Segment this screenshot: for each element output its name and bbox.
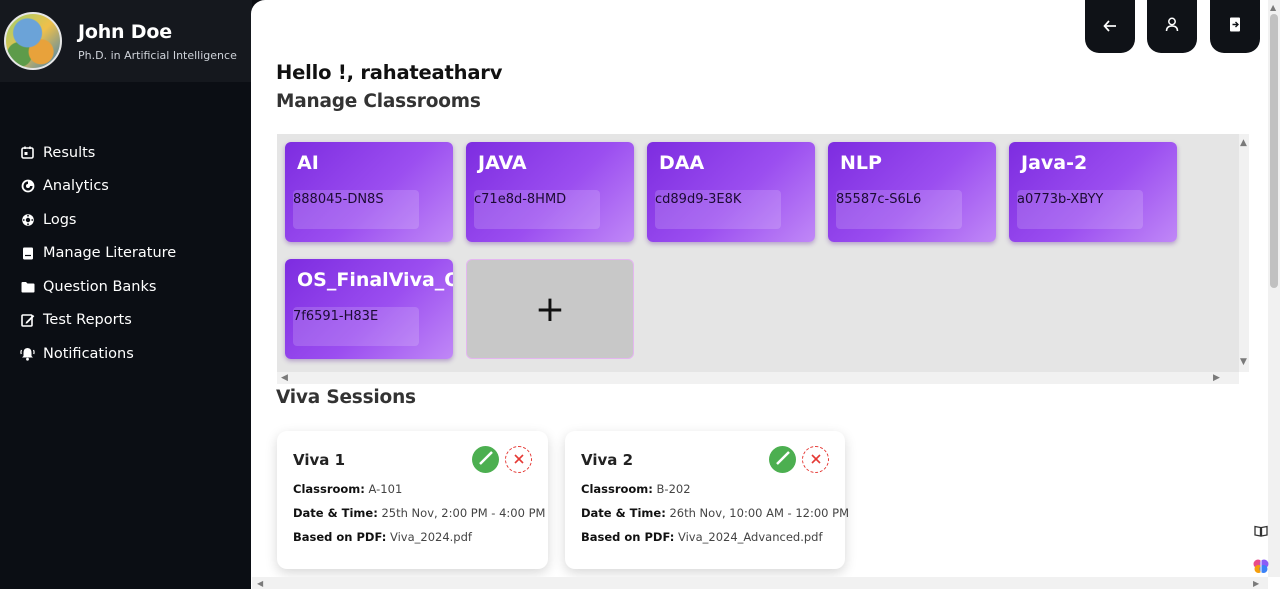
user-icon <box>1165 17 1179 36</box>
profile-info: John Doe Ph.D. in Artificial Intelligenc… <box>78 21 237 62</box>
gear-icon <box>20 212 35 227</box>
sidebar-item-label: Analytics <box>43 178 109 195</box>
classroom-name: AI <box>297 152 319 174</box>
profile-header: John Doe Ph.D. in Artificial Intelligenc… <box>0 0 252 82</box>
scroll-up-icon[interactable]: ▲ <box>1240 139 1247 148</box>
classroom-scrollbar-horizontal[interactable]: ◀ ▶ <box>277 372 1239 384</box>
edit-icon <box>20 313 35 328</box>
viva-datetime: Date & Time: 25th Nov, 2:00 PM - 4:00 PM <box>293 506 546 520</box>
page-scrollbar-vertical[interactable]: ▲ <box>1268 0 1280 577</box>
classroom-code: a0773b-XBYY <box>1017 192 1104 207</box>
classroom-card-os-finalviva[interactable]: OS_FinalViva_O 7f6591-H83E <box>285 259 453 359</box>
classroom-card-nlp[interactable]: NLP 85587c-S6L6 <box>828 142 996 242</box>
classroom-name: Java-2 <box>1021 152 1088 174</box>
close-icon <box>513 450 525 469</box>
classroom-name: JAVA <box>478 152 527 174</box>
sidebar-nav: Results Analytics Logs Manage Literature… <box>0 136 252 371</box>
sidebar-item-manage-literature[interactable]: Manage Literature <box>0 237 252 271</box>
sidebar-item-label: Notifications <box>43 345 134 362</box>
sidebar: John Doe Ph.D. in Artificial Intelligenc… <box>0 0 252 589</box>
viva-sessions-title: Viva Sessions <box>276 387 416 408</box>
scroll-up-icon[interactable]: ▲ <box>1270 3 1276 12</box>
scroll-right-icon[interactable]: ▶ <box>1213 374 1220 383</box>
viva-pdf: Based on PDF: Viva_2024_Advanced.pdf <box>581 530 823 544</box>
classroom-code: 7f6591-H83E <box>293 309 379 324</box>
sidebar-item-analytics[interactable]: Analytics <box>0 170 252 204</box>
scroll-left-icon[interactable]: ◀ <box>281 374 288 383</box>
classrooms-title: Manage Classrooms <box>276 91 481 112</box>
classroom-scrollbar-vertical[interactable]: ▲ ▼ <box>1239 134 1249 372</box>
plus-icon: + <box>534 288 566 330</box>
book-icon[interactable] <box>1251 521 1271 541</box>
classroom-panel: AI 888045-DN8S JAVA c71e8d-8HMD DAA cd89… <box>277 134 1239 372</box>
folder-icon <box>20 279 35 294</box>
classroom-card-java[interactable]: JAVA c71e8d-8HMD <box>466 142 634 242</box>
sidebar-item-test-reports[interactable]: Test Reports <box>0 304 252 338</box>
profile-subtitle: Ph.D. in Artificial Intelligence <box>78 48 237 62</box>
sidebar-item-logs[interactable]: Logs <box>0 203 252 237</box>
viva-classroom: Classroom: B-202 <box>581 482 691 496</box>
edit-icon <box>477 449 495 471</box>
delete-viva-button[interactable] <box>505 446 532 473</box>
viva-pdf: Based on PDF: Viva_2024.pdf <box>293 530 472 544</box>
document-icon <box>20 246 35 261</box>
sidebar-item-label: Manage Literature <box>43 245 177 262</box>
viva-title: Viva 1 <box>293 451 346 469</box>
profile-button[interactable] <box>1147 0 1197 53</box>
classroom-code: 888045-DN8S <box>293 192 384 207</box>
scroll-left-icon[interactable]: ◀ <box>257 579 263 588</box>
page-scrollbar-thumb[interactable] <box>1270 14 1278 288</box>
calendar-icon <box>20 145 35 160</box>
delete-viva-button[interactable] <box>802 446 829 473</box>
edit-viva-button[interactable] <box>769 446 796 473</box>
sidebar-item-results[interactable]: Results <box>0 136 252 170</box>
viva-datetime: Date & Time: 26th Nov, 10:00 AM - 12:00 … <box>581 506 850 520</box>
add-classroom-button[interactable]: + <box>466 259 634 359</box>
arrow-left-icon <box>1103 17 1117 36</box>
viva-card: Viva 2 Classroom: B-202 Date & Time: 26t… <box>565 431 849 569</box>
sidebar-item-notifications[interactable]: Notifications <box>0 337 252 371</box>
classroom-card-daa[interactable]: DAA cd89d9-3E8K <box>647 142 815 242</box>
classroom-card-java-2[interactable]: Java-2 a0773b-XBYY <box>1009 142 1177 242</box>
analytics-icon <box>20 179 35 194</box>
profile-name: John Doe <box>78 20 172 43</box>
logout-button[interactable] <box>1210 0 1260 53</box>
classroom-code: cd89d9-3E8K <box>655 192 742 207</box>
edit-viva-button[interactable] <box>472 446 499 473</box>
avatar[interactable] <box>4 12 62 70</box>
bell-icon <box>20 346 35 361</box>
classroom-code: c71e8d-8HMD <box>474 192 567 207</box>
brain-icon[interactable] <box>1251 556 1271 576</box>
greeting: Hello !, rahateatharv <box>276 61 503 84</box>
viva-title: Viva 2 <box>581 451 634 469</box>
back-button[interactable] <box>1085 0 1135 53</box>
classroom-name: OS_FinalViva_O <box>297 269 453 291</box>
sidebar-item-label: Logs <box>43 211 77 228</box>
viva-classroom: Classroom: A-101 <box>293 482 403 496</box>
edit-icon <box>774 449 792 471</box>
main-content: Hello !, rahateatharv Manage Classrooms … <box>251 0 1280 589</box>
sidebar-item-label: Test Reports <box>43 312 132 329</box>
classroom-code: 85587c-S6L6 <box>836 192 922 207</box>
close-icon <box>810 450 822 469</box>
scroll-right-icon[interactable]: ▶ <box>1253 579 1259 588</box>
page-scrollbar-horizontal[interactable]: ◀ ▶ <box>252 577 1268 589</box>
classroom-name: NLP <box>840 152 882 174</box>
sidebar-item-label: Question Banks <box>43 278 157 295</box>
classroom-name: DAA <box>659 152 705 174</box>
sidebar-item-question-banks[interactable]: Question Banks <box>0 270 252 304</box>
viva-card: Viva 1 Classroom: A-101 Date & Time: 25t… <box>277 431 548 569</box>
classroom-card-ai[interactable]: AI 888045-DN8S <box>285 142 453 242</box>
scroll-down-icon[interactable]: ▼ <box>1240 358 1247 367</box>
sidebar-item-label: Results <box>43 144 96 161</box>
logout-icon <box>1229 17 1241 36</box>
